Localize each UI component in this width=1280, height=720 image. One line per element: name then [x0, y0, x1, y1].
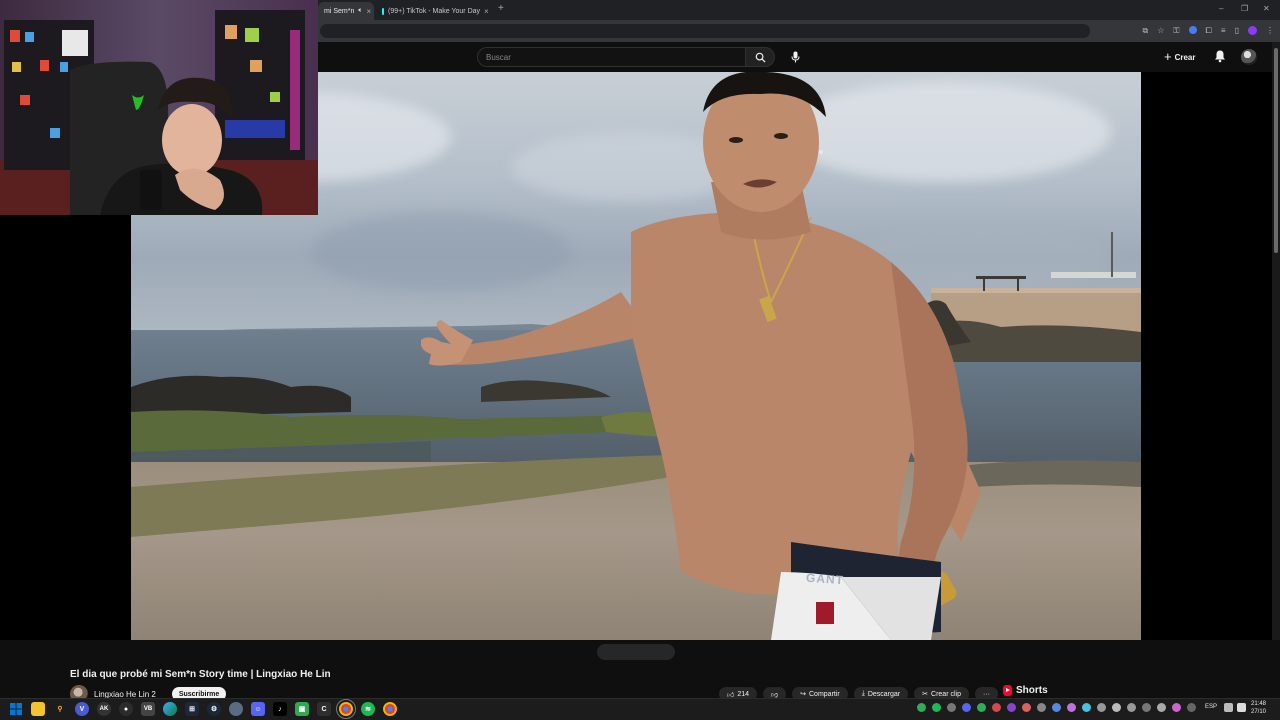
video-title: El dia que probé mi Sem*n Story time | L… [70, 669, 331, 680]
tray-discord-icon[interactable] [962, 703, 971, 712]
share-icon: ↪ [800, 691, 806, 698]
bookmark-star-icon[interactable]: ☆ [1157, 26, 1164, 36]
search-bar [477, 47, 775, 67]
shorts-shelf-header[interactable]: Shorts [1003, 685, 1048, 696]
windows-icon [10, 703, 22, 715]
tray-app5-icon[interactable] [1067, 703, 1076, 712]
person-in-video [421, 72, 981, 640]
search-taskbar-icon[interactable]: ⚲ [53, 702, 67, 716]
search-input[interactable] [477, 47, 745, 67]
taskbar-clock[interactable]: 21:48 27/10 [1251, 700, 1266, 716]
tray-app4-icon[interactable] [1052, 703, 1061, 712]
menu-dots-icon[interactable]: ⋮ [1266, 26, 1274, 36]
share-label: Compartir [809, 690, 840, 698]
edge-icon[interactable] [163, 702, 177, 716]
tray-record-icon[interactable] [992, 703, 1001, 712]
steam-icon[interactable]: ⚙ [207, 702, 221, 716]
tray-app7-icon[interactable] [1097, 703, 1106, 712]
new-tab-button[interactable]: + [498, 3, 504, 14]
reading-list-icon[interactable]: ≡ [1221, 26, 1226, 36]
clock-time: 21:48 [1251, 701, 1267, 707]
clock-date: 27/10 [1251, 709, 1267, 715]
close-tab-icon[interactable]: × [367, 7, 372, 16]
tray-mic-icon[interactable] [1187, 703, 1196, 712]
minimize-button[interactable]: – [1219, 4, 1223, 13]
bell-icon[interactable] [1213, 49, 1227, 63]
more-icon: ··· [982, 690, 990, 698]
create-button[interactable]: + Crear [1164, 49, 1196, 65]
tiktok-icon [382, 7, 384, 15]
app-vb-icon[interactable]: VB [141, 702, 155, 716]
shorts-label: Shorts [1016, 685, 1048, 696]
game-icon[interactable]: ▣ [295, 702, 309, 716]
volume-icon[interactable] [1237, 703, 1246, 712]
tab-video[interactable]: mi Sem*n 🔈︎ × [318, 2, 374, 20]
network-icon[interactable] [1224, 703, 1233, 712]
extensions-puzzle-icon[interactable]: ⧠ [1206, 26, 1212, 36]
tray-app2-icon[interactable] [1022, 703, 1031, 712]
expand-pill[interactable] [597, 644, 675, 660]
download-icon: ⤓ [861, 690, 865, 697]
scrollbar-thumb[interactable] [1274, 48, 1278, 253]
search-icon [755, 52, 766, 63]
tab-title: (99+) TikTok - Make Your Day [388, 7, 481, 15]
vpn-icon[interactable]: V [75, 702, 89, 716]
restore-button[interactable]: ❐ [1241, 4, 1248, 13]
download-label: Descargar [867, 690, 901, 698]
profile-icon[interactable] [1248, 26, 1257, 35]
shorts-brand-text: GANT [805, 570, 845, 588]
discord-icon[interactable]: ☺ [251, 702, 265, 716]
spotify-icon[interactable]: ≋ [361, 702, 375, 716]
webcam-overlay [0, 0, 318, 215]
tray-app12-icon[interactable] [1172, 703, 1181, 712]
tray-app11-icon[interactable] [1157, 703, 1166, 712]
close-window-button[interactable]: ✕ [1263, 4, 1270, 13]
chrome-icon[interactable] [383, 702, 397, 716]
voice-search-button[interactable] [786, 48, 804, 66]
screen: mi Sem*n 🔈︎ × (99+) TikTok - Make Your D… [0, 0, 1280, 720]
tray-app9-icon[interactable] [1127, 703, 1136, 712]
tray-twitch-icon[interactable] [1007, 703, 1016, 712]
tab-title: mi Sem*n [324, 7, 355, 15]
file-explorer-icon[interactable] [31, 702, 45, 716]
clip-label: Crear clip [931, 690, 961, 698]
streamer-webcam [0, 0, 318, 215]
url-field[interactable] [320, 24, 1090, 38]
tab-tiktok[interactable]: (99+) TikTok - Make Your Day × [376, 2, 494, 20]
sync-icon[interactable]: C [317, 702, 331, 716]
key-icon[interactable]: ⚿ [1173, 26, 1179, 36]
obs-icon[interactable]: ● [119, 702, 133, 716]
create-label: Crear [1174, 52, 1196, 62]
clip-icon: ✂ [922, 691, 929, 698]
tray-app10-icon[interactable] [1142, 703, 1151, 712]
app-ak-icon[interactable]: AK [97, 702, 111, 716]
sidebar-icon[interactable]: ▯ [1235, 26, 1239, 36]
search-button[interactable] [745, 47, 775, 67]
extension-icon[interactable] [1188, 26, 1197, 34]
language-indicator[interactable]: ESP [1205, 704, 1217, 710]
tray-app8-icon[interactable] [1112, 703, 1121, 712]
start-button[interactable] [9, 702, 23, 716]
store-icon[interactable]: ⊞ [185, 702, 199, 716]
tiktok-taskbar-icon[interactable]: ♪ [273, 702, 287, 716]
tray-chevron-icon[interactable] [917, 703, 926, 712]
like-count: 214 [737, 690, 750, 698]
tray-shield-icon[interactable] [977, 703, 986, 712]
chrome-active-icon[interactable] [336, 699, 356, 719]
close-tab-icon[interactable]: × [484, 7, 489, 16]
plus-icon: + [1164, 49, 1172, 64]
speaker-icon[interactable]: 🔈︎ [358, 7, 362, 15]
browser-toolbar-icons: ⧉ ☆ ⚿ ⧠ ≡ ▯ ⋮ [1143, 26, 1274, 36]
tray-app6-icon[interactable] [1082, 703, 1091, 712]
tray-app-icon[interactable] [947, 703, 956, 712]
account-avatar[interactable] [1241, 49, 1257, 65]
mic-icon [791, 51, 799, 63]
globe-icon[interactable] [229, 702, 243, 716]
tray-app3-icon[interactable] [1037, 703, 1046, 712]
tray-spotify-icon[interactable] [932, 703, 941, 712]
shorts-icon [1003, 685, 1012, 696]
install-icon[interactable]: ⧉ [1143, 26, 1149, 36]
